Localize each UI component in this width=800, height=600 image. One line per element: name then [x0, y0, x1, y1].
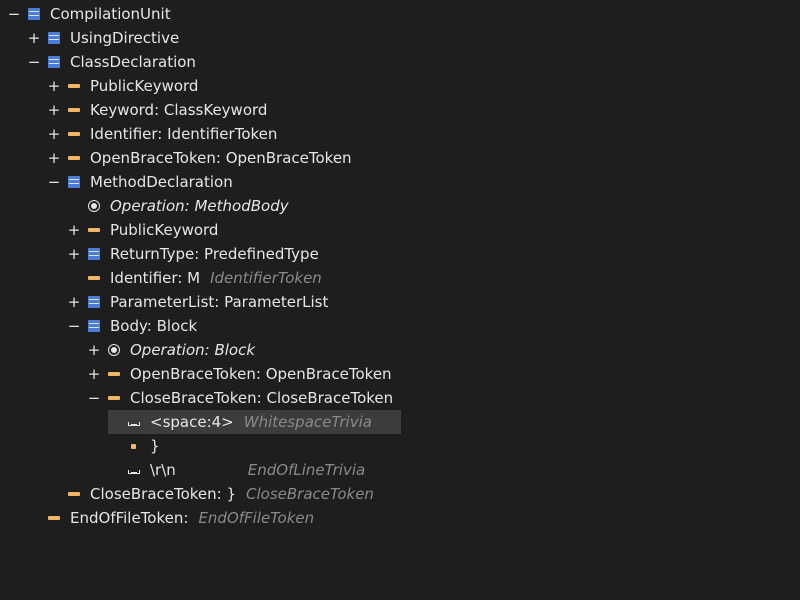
node-label: <space:4>: [150, 413, 234, 431]
toggle-placeholder: [68, 194, 80, 218]
toggle-placeholder: [108, 458, 120, 482]
node-label: Operation: Block: [130, 341, 256, 359]
node-label: Identifier: IdentifierToken: [90, 125, 278, 143]
node-label: OpenBraceToken: OpenBraceToken: [90, 149, 352, 167]
tree-node-class-declaration[interactable]: − ClassDeclaration: [28, 50, 196, 74]
tree-node-end-of-line-trivia[interactable]: \r\n EndOfLineTrivia: [108, 458, 365, 482]
tree-node-close-brace-text[interactable]: }: [108, 434, 160, 458]
tree-node-class-close-brace[interactable]: CloseBraceToken: } CloseBraceToken: [48, 482, 374, 506]
collapse-toggle[interactable]: −: [48, 170, 61, 194]
collapse-toggle[interactable]: −: [8, 2, 21, 26]
whitespace-icon: [128, 464, 140, 476]
node-kind: IdentifierToken: [210, 269, 322, 287]
node-label: EndOfFileToken:: [70, 509, 189, 527]
node-label: MethodDeclaration: [90, 173, 233, 191]
tree-node-public-keyword[interactable]: + PublicKeyword: [48, 74, 199, 98]
token-icon: [88, 224, 100, 236]
node-kind: EndOfLineTrivia: [247, 461, 366, 479]
node-label: \r\n: [150, 461, 176, 479]
collapse-toggle[interactable]: −: [68, 314, 81, 338]
node-label: Keyword: ClassKeyword: [90, 101, 268, 119]
node-icon: [48, 32, 60, 44]
tree-node-method-identifier[interactable]: Identifier: M IdentifierToken: [68, 266, 322, 290]
node-label: CloseBraceToken: }: [90, 485, 237, 503]
node-label: OpenBraceToken: OpenBraceToken: [130, 365, 392, 383]
dot-icon: [128, 440, 140, 452]
node-icon: [48, 56, 60, 68]
expand-toggle[interactable]: +: [88, 362, 101, 386]
toggle-placeholder: [68, 266, 80, 290]
node-label: Operation: MethodBody: [110, 197, 289, 215]
syntax-tree-view[interactable]: − CompilationUnit + UsingDirective − ClassDec…: [0, 0, 800, 600]
node-icon: [28, 8, 40, 20]
token-icon: [48, 512, 60, 524]
node-label: ReturnType: PredefinedType: [110, 245, 319, 263]
token-icon: [68, 488, 80, 500]
tree-node-method-public-keyword[interactable]: + PublicKeyword: [68, 218, 219, 242]
tree-node-operation-method-body[interactable]: Operation: MethodBody: [68, 194, 289, 218]
tree-node-open-brace-token[interactable]: + OpenBraceToken: OpenBraceToken: [48, 146, 352, 170]
node-icon: [88, 248, 100, 260]
node-label: Body: Block: [110, 317, 198, 335]
token-icon: [68, 104, 80, 116]
tree-node-operation-block[interactable]: + Operation: Block: [88, 338, 255, 362]
token-icon: [68, 152, 80, 164]
tree-node-end-of-file-token[interactable]: EndOfFileToken: EndOfFileToken: [28, 506, 314, 530]
toggle-placeholder: [108, 410, 120, 434]
toggle-placeholder: [108, 434, 120, 458]
operation-icon: [108, 344, 120, 356]
node-label: PublicKeyword: [110, 221, 219, 239]
token-icon: [108, 368, 120, 380]
expand-toggle[interactable]: +: [48, 122, 61, 146]
node-label: PublicKeyword: [90, 77, 199, 95]
collapse-toggle[interactable]: −: [28, 50, 41, 74]
node-label: CloseBraceToken: CloseBraceToken: [130, 389, 394, 407]
toggle-placeholder: [48, 482, 60, 506]
token-icon: [108, 392, 120, 404]
operation-icon: [88, 200, 100, 212]
node-label: UsingDirective: [70, 29, 180, 47]
expand-toggle[interactable]: +: [48, 98, 61, 122]
node-icon: [88, 320, 100, 332]
token-icon: [68, 128, 80, 140]
token-icon: [88, 272, 100, 284]
whitespace-icon: [128, 416, 140, 428]
tree-node-whitespace-trivia[interactable]: <space:4> WhitespaceTrivia: [108, 410, 401, 434]
node-kind: WhitespaceTrivia: [243, 413, 372, 431]
expand-toggle[interactable]: +: [48, 74, 61, 98]
node-label: }: [150, 437, 160, 455]
tree-node-identifier[interactable]: + Identifier: IdentifierToken: [48, 122, 278, 146]
tree-node-keyword[interactable]: + Keyword: ClassKeyword: [48, 98, 268, 122]
collapse-toggle[interactable]: −: [88, 386, 101, 410]
expand-toggle[interactable]: +: [28, 26, 41, 50]
tree-node-using-directive[interactable]: + UsingDirective: [28, 26, 179, 50]
token-icon: [68, 80, 80, 92]
node-label: CompilationUnit: [50, 5, 171, 23]
expand-toggle[interactable]: +: [68, 242, 81, 266]
node-kind: CloseBraceToken: [246, 485, 374, 503]
node-icon: [68, 176, 80, 188]
tree-node-body-open-brace[interactable]: + OpenBraceToken: OpenBraceToken: [88, 362, 392, 386]
expand-toggle[interactable]: +: [88, 338, 101, 362]
tree-node-method-declaration[interactable]: − MethodDeclaration: [48, 170, 233, 194]
node-icon: [88, 296, 100, 308]
node-kind: EndOfFileToken: [198, 509, 315, 527]
tree-node-compilation-unit[interactable]: − CompilationUnit: [8, 2, 171, 26]
expand-toggle[interactable]: +: [68, 218, 81, 242]
tree-node-return-type[interactable]: + ReturnType: PredefinedType: [68, 242, 319, 266]
node-label: ParameterList: ParameterList: [110, 293, 329, 311]
tree-node-body-close-brace[interactable]: − CloseBraceToken: CloseBraceToken: [88, 386, 393, 410]
tree-node-parameter-list[interactable]: + ParameterList: ParameterList: [68, 290, 329, 314]
expand-toggle[interactable]: +: [68, 290, 81, 314]
node-label: Identifier: M: [110, 269, 201, 287]
expand-toggle[interactable]: +: [48, 146, 61, 170]
node-label: ClassDeclaration: [70, 53, 196, 71]
tree-node-body[interactable]: − Body: Block: [68, 314, 197, 338]
toggle-placeholder: [28, 506, 40, 530]
